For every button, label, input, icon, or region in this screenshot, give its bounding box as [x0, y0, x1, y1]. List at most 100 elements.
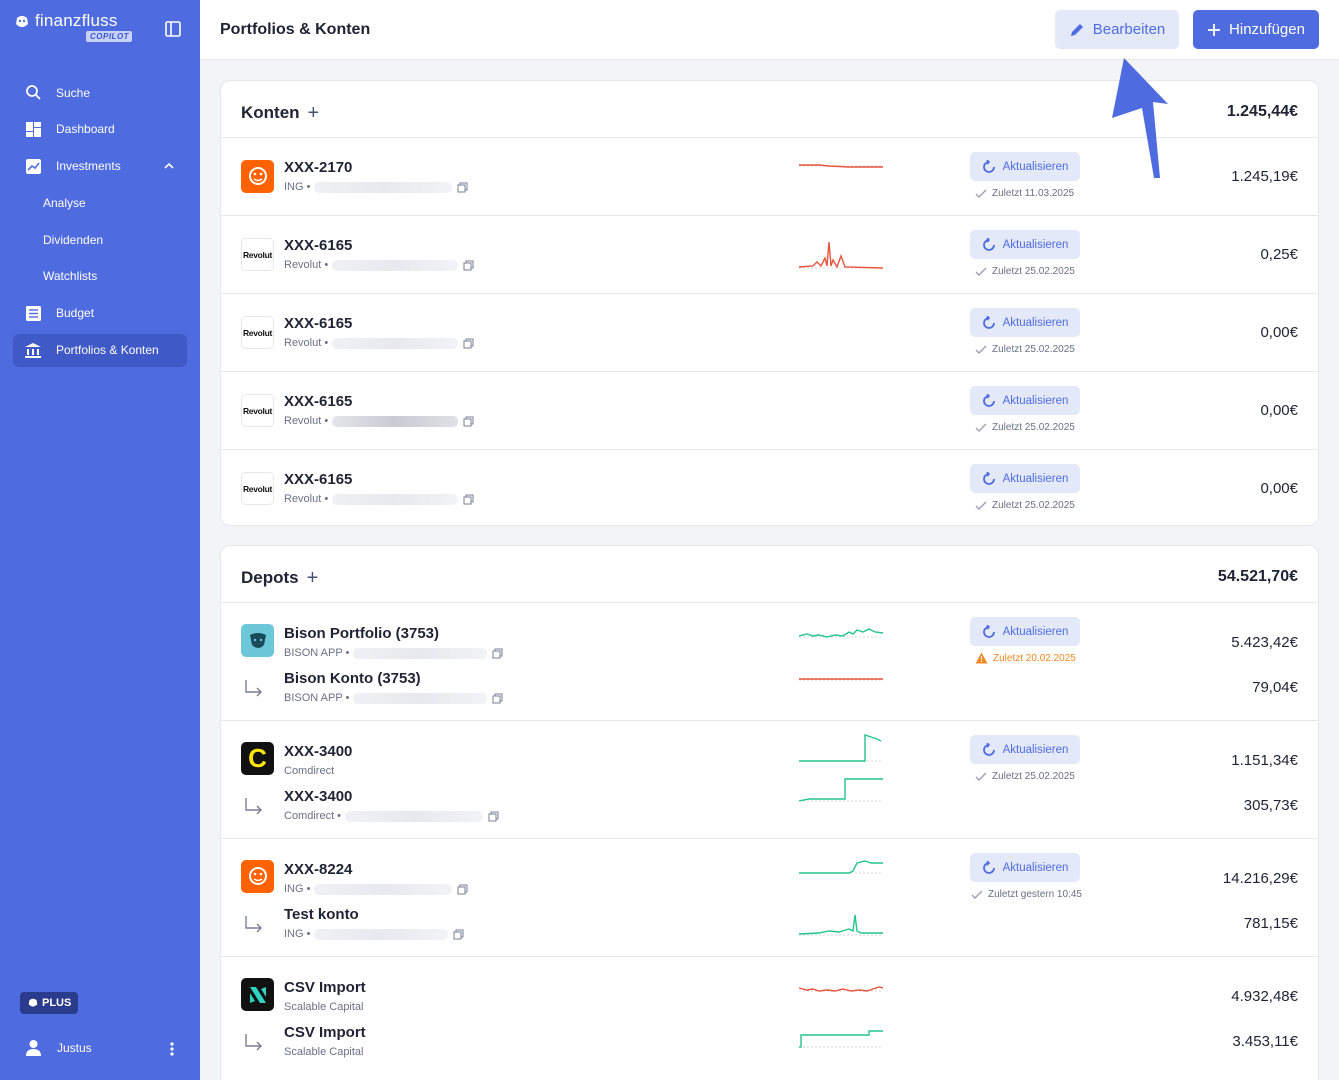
- copy-icon[interactable]: [488, 811, 499, 822]
- sub-account-meta: BISON APP •: [284, 692, 503, 704]
- copy-icon[interactable]: [457, 884, 468, 895]
- sparkline-chart: [799, 241, 883, 269]
- table-row[interactable]: Revolut XXX-6165 Revolut • Aktualisieren…: [221, 216, 1318, 294]
- bank-label: BISON APP •: [284, 692, 350, 704]
- bank-label: ING •: [284, 883, 311, 895]
- sidebar-item-suche[interactable]: Suche: [13, 76, 187, 109]
- chevron-up-icon[interactable]: [163, 160, 175, 172]
- copy-icon[interactable]: [457, 182, 468, 193]
- brand-name: finanzfluss: [35, 11, 118, 30]
- table-row[interactable]: Revolut XXX-6165 Revolut • Aktualisieren…: [221, 294, 1318, 372]
- brand[interactable]: finanzfluss COPILOT: [14, 12, 132, 42]
- refresh-button[interactable]: Aktualisieren: [970, 386, 1080, 415]
- sidebar-item-analyse[interactable]: Analyse: [13, 186, 187, 219]
- pointer-arrow-icon: [1112, 58, 1168, 178]
- table-row[interactable]: CSV Import Scalable Capital CSV Import S…: [221, 957, 1318, 1075]
- dashboard-icon: [24, 120, 42, 138]
- copy-icon[interactable]: [453, 929, 464, 940]
- sub-account-arrow-icon: [245, 798, 262, 815]
- account-balance: 0,00€: [1260, 480, 1298, 497]
- refresh-button[interactable]: Aktualisieren: [970, 464, 1080, 493]
- copy-icon[interactable]: [492, 648, 503, 659]
- refresh-button[interactable]: Aktualisieren: [970, 152, 1080, 181]
- edit-button[interactable]: Bearbeiten: [1055, 10, 1179, 49]
- last-updated-text: Zuletzt 11.03.2025: [992, 188, 1075, 199]
- bank-label: Revolut •: [284, 259, 329, 271]
- refresh-button[interactable]: Aktualisieren: [970, 617, 1080, 646]
- sidebar-item-label: Budget: [56, 306, 95, 321]
- account-balance: 1.245,19€: [1231, 168, 1298, 185]
- sidebar-item-dashboard[interactable]: Dashboard: [13, 113, 187, 146]
- refresh-label: Aktualisieren: [1002, 472, 1069, 485]
- refresh-label: Aktualisieren: [1002, 625, 1069, 638]
- add-button[interactable]: Hinzufügen: [1193, 10, 1319, 49]
- sub-account-balance: 305,73€: [1243, 797, 1298, 814]
- account-meta: Revolut •: [284, 415, 474, 427]
- bank-label: Comdirect •: [284, 810, 342, 822]
- iban-blurred: [332, 259, 459, 271]
- bison-logo-icon: [241, 624, 274, 657]
- iban-blurred: [353, 692, 488, 704]
- sidebar-item-portfolios-konten[interactable]: Portfolios & Konten: [13, 333, 187, 367]
- last-updated-text: Zuletzt 20.02.2025: [993, 652, 1076, 664]
- sub-account-name: CSV Import: [284, 1024, 366, 1041]
- copy-icon[interactable]: [463, 338, 474, 349]
- refresh-label: Aktualisieren: [1002, 861, 1069, 874]
- bank-label: ING •: [284, 181, 311, 193]
- sidebar: finanzfluss COPILOT Suche Dashboard Inve…: [0, 0, 200, 1080]
- more-vertical-icon[interactable]: [166, 1041, 178, 1057]
- bank-label: ING •: [284, 928, 311, 940]
- sub-account-name: XXX-3400: [284, 788, 353, 805]
- sidebar-item-label: Portfolios & Konten: [56, 343, 159, 358]
- sidebar-item-budget[interactable]: Budget: [13, 297, 187, 330]
- bank-label: Scalable Capital: [284, 1046, 364, 1058]
- sidebar-collapse-icon[interactable]: [164, 20, 182, 38]
- account-meta: Revolut •: [284, 337, 474, 349]
- table-row[interactable]: C XXX-3400 Comdirect XXX-3400 Comdirect …: [221, 721, 1318, 839]
- depots-card: Depots + 54.521,70€ Bison Portfolio (375…: [220, 545, 1319, 1080]
- sidebar-item-investments[interactable]: Investments: [13, 150, 187, 183]
- sub-account-arrow-icon: [245, 916, 262, 933]
- account-balance: 0,00€: [1260, 402, 1298, 419]
- sub-account-name: Bison Konto (3753): [284, 670, 421, 687]
- sidebar-item-dividenden[interactable]: Dividenden: [13, 223, 187, 256]
- table-row[interactable]: XXX-8224 ING • Test konto ING • Aktualis…: [221, 839, 1318, 957]
- account-balance: 0,25€: [1260, 246, 1298, 263]
- copy-icon[interactable]: [463, 494, 474, 505]
- logo-text: Revolut: [242, 327, 273, 338]
- account-name: XXX-2170: [284, 159, 353, 176]
- copy-icon[interactable]: [492, 693, 503, 704]
- add-button-label: Hinzufügen: [1229, 21, 1305, 38]
- check-icon: [975, 189, 987, 198]
- refresh-button[interactable]: Aktualisieren: [970, 735, 1080, 764]
- add-konto-plus-icon[interactable]: +: [308, 103, 320, 123]
- logo-text: Revolut: [242, 249, 273, 260]
- bank-label: Revolut •: [284, 493, 329, 505]
- logo-text: Revolut: [242, 405, 273, 416]
- last-updated: Zuletzt gestern 10:45: [971, 889, 1082, 900]
- konten-total: 1.245,44€: [1226, 103, 1298, 120]
- iban-blurred: [314, 883, 453, 895]
- pencil-icon: [1070, 23, 1083, 36]
- refresh-button[interactable]: Aktualisieren: [970, 853, 1080, 882]
- refresh-label: Aktualisieren: [1002, 316, 1069, 329]
- sidebar-item-watchlists[interactable]: Watchlists: [13, 260, 187, 293]
- user-menu[interactable]: Justus: [24, 1039, 92, 1057]
- table-row[interactable]: Revolut XXX-6165 Revolut • Aktualisieren…: [221, 372, 1318, 450]
- refresh-button[interactable]: Aktualisieren: [970, 230, 1080, 259]
- table-row[interactable]: Revolut XXX-6165 Revolut • Aktualisieren…: [221, 450, 1318, 528]
- bank-label: BISON APP •: [284, 647, 350, 659]
- iban-blurred: [332, 337, 459, 349]
- ing-logo-icon: [241, 160, 274, 193]
- logo-text: C: [248, 743, 267, 773]
- refresh-icon: [982, 471, 995, 485]
- konten-title: Konten: [241, 103, 300, 122]
- plus-badge[interactable]: PLUS: [20, 992, 79, 1014]
- copy-icon[interactable]: [463, 260, 474, 271]
- refresh-button[interactable]: Aktualisieren: [970, 308, 1080, 337]
- last-updated-text: Zuletzt 25.02.2025: [992, 422, 1075, 433]
- add-depot-plus-icon[interactable]: +: [307, 568, 319, 588]
- copy-icon[interactable]: [463, 416, 474, 427]
- topbar: Portfolios & Konten Bearbeiten Hinzufüge…: [200, 0, 1339, 60]
- table-row[interactable]: Bison Portfolio (3753) BISON APP • Bison…: [221, 603, 1318, 721]
